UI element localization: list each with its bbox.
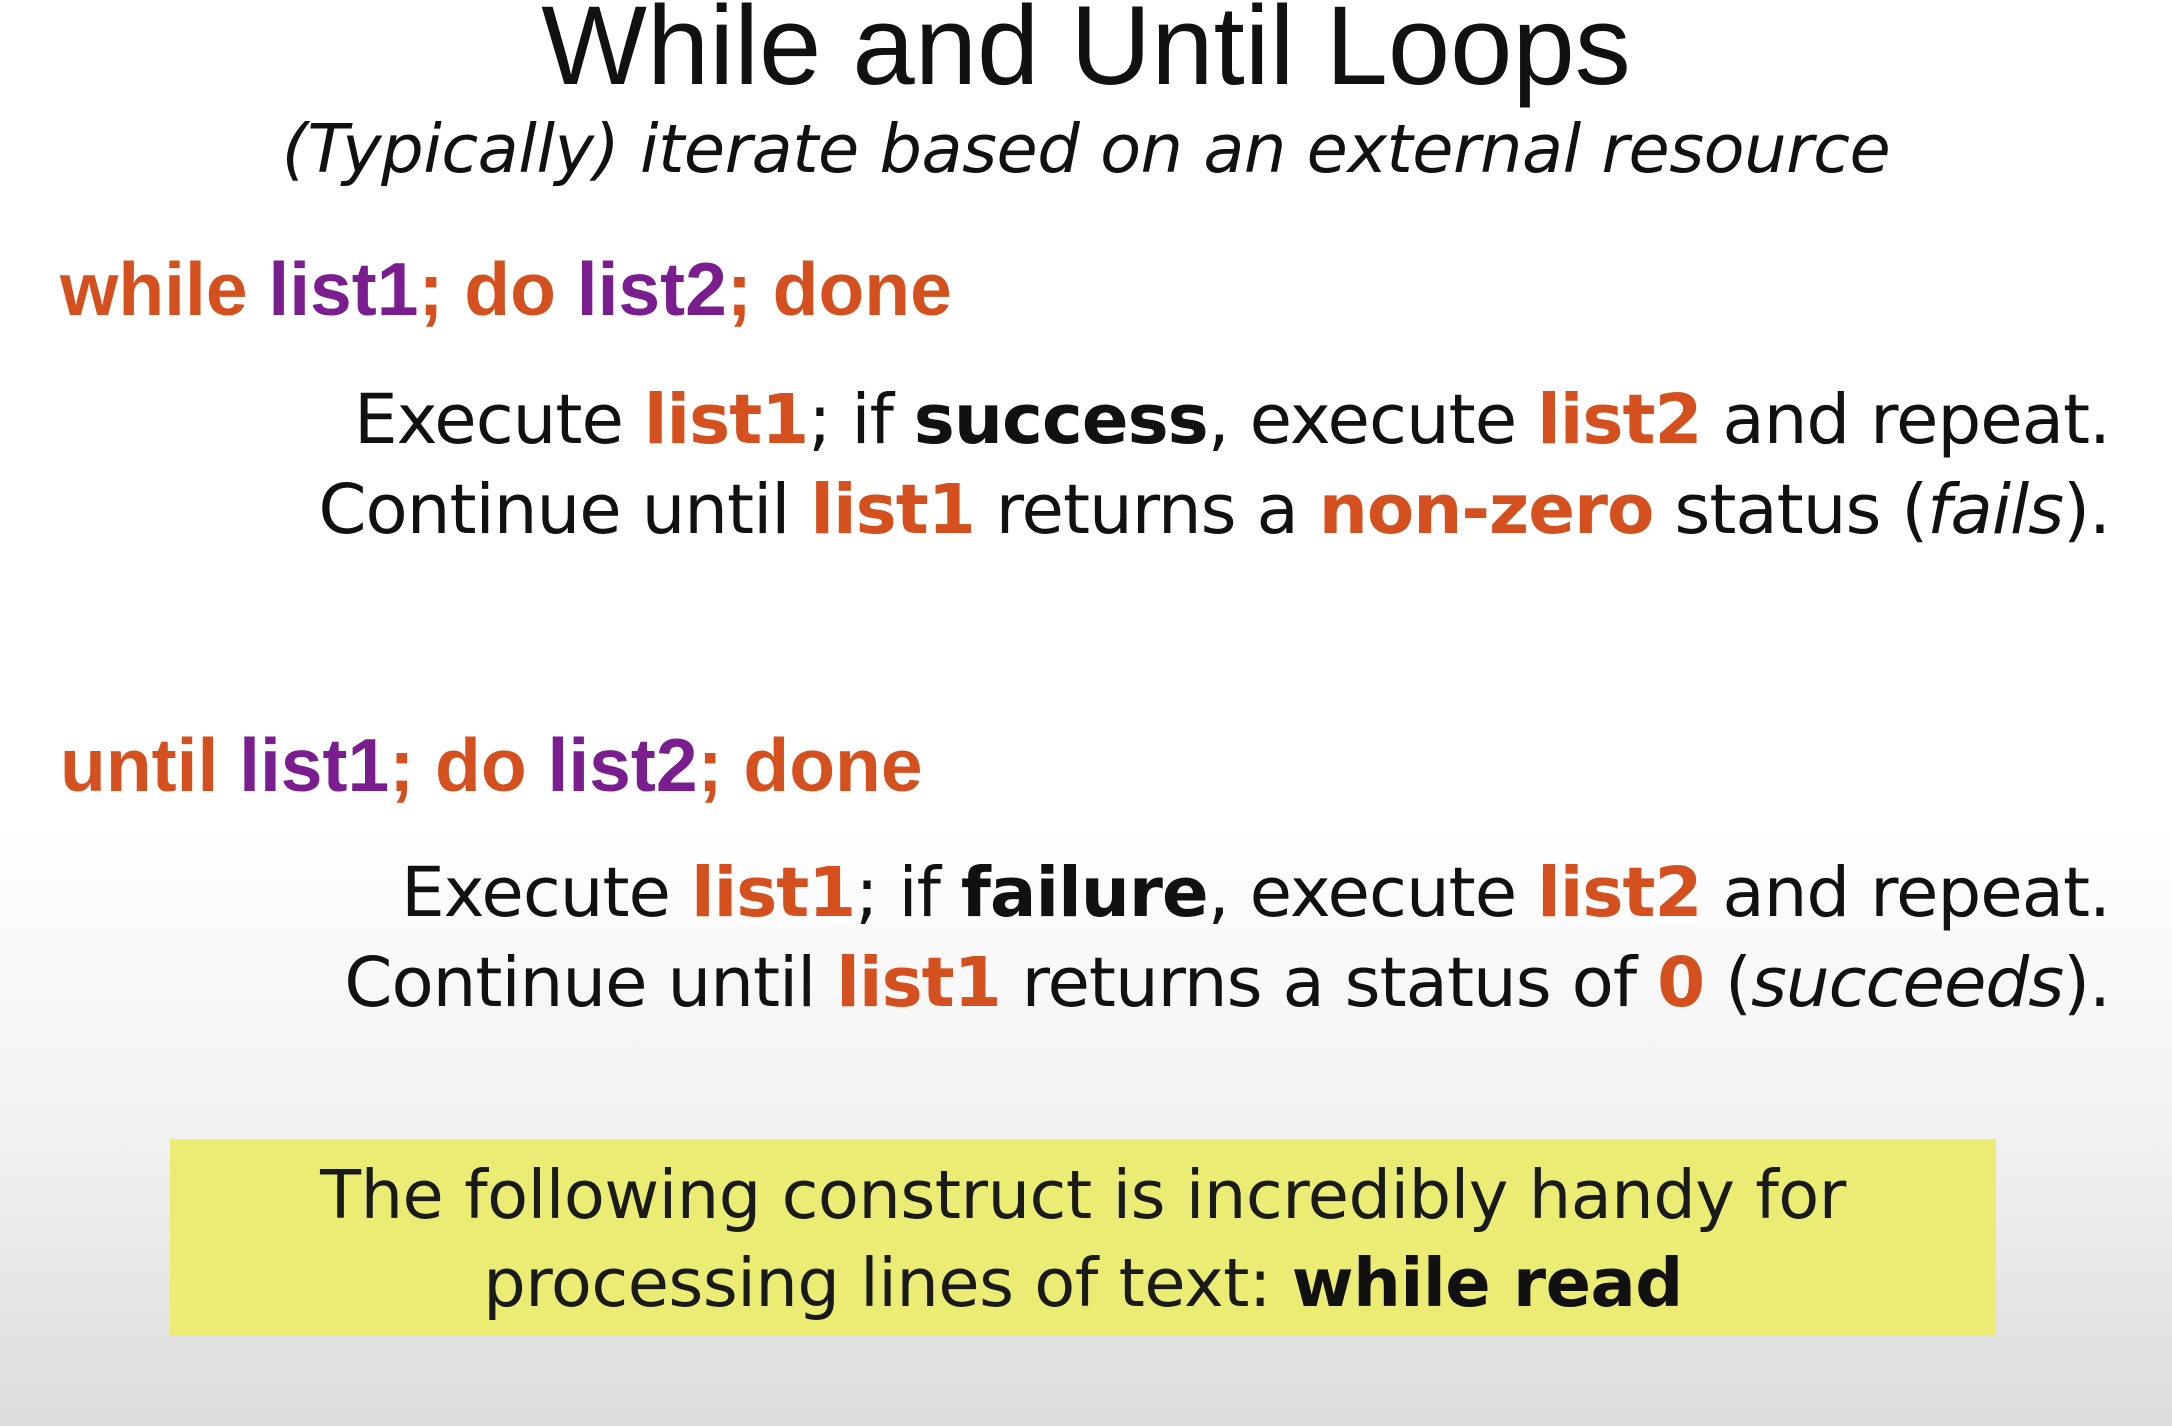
while-do-keyword: ; do xyxy=(418,247,577,331)
until-description: Execute list1; if failure, execute list2… xyxy=(344,848,2111,1028)
text-segment: ; if xyxy=(808,380,914,460)
text-segment: and repeat. xyxy=(1701,380,2111,460)
until-do-keyword: ; do xyxy=(389,723,548,807)
until-description-line-1: Execute list1; if failure, execute list2… xyxy=(344,848,2111,938)
list2-highlight: list2 xyxy=(1537,380,1702,460)
until-description-line-2: Continue until list1 returns a status of… xyxy=(344,938,2111,1028)
text-segment: Continue until xyxy=(318,470,811,550)
text-segment: ( xyxy=(1704,943,1752,1023)
list1-highlight: list1 xyxy=(690,853,856,933)
text-segment: Execute xyxy=(401,853,691,933)
text-segment: ; if xyxy=(855,853,961,933)
list1-highlight: list1 xyxy=(643,380,809,460)
while-syntax: while list1; do list2; done xyxy=(60,244,952,334)
until-syntax: until list1; do list2; done xyxy=(60,720,923,810)
while-description-line-2: Continue until list1 returns a non-zero … xyxy=(318,465,2111,555)
condition-failure: failure xyxy=(960,853,1209,933)
list1-highlight: list1 xyxy=(810,470,975,550)
list2-highlight: list2 xyxy=(1537,853,1702,933)
text-segment: ). xyxy=(2063,470,2111,550)
text-segment: returns a status of xyxy=(1000,943,1658,1023)
text-segment: ). xyxy=(2063,943,2111,1023)
while-description-line-1: Execute list1; if success, execute list2… xyxy=(318,375,2111,465)
slide-subtitle: (Typically) iterate based on an external… xyxy=(281,110,1891,188)
text-segment: , execute xyxy=(1207,380,1538,460)
while-list1: list1 xyxy=(268,247,419,331)
note-line-1: The following construct is incredibly ha… xyxy=(320,1156,1846,1234)
result-fails: fails xyxy=(1927,470,2064,550)
while-description: Execute list1; if success, execute list2… xyxy=(318,375,2111,555)
note-text: processing lines of text: xyxy=(483,1244,1292,1322)
while-done-keyword: ; done xyxy=(726,247,952,331)
condition-success: success xyxy=(913,380,1209,460)
until-keyword: until xyxy=(60,723,240,807)
while-read-command: while read xyxy=(1291,1244,1683,1322)
status-non-zero: non-zero xyxy=(1318,470,1655,550)
list1-highlight: list1 xyxy=(836,943,1001,1023)
while-keyword: while xyxy=(60,247,269,331)
result-succeeds: succeeds xyxy=(1750,943,2064,1023)
note-line-2: processing lines of text: while read xyxy=(170,1239,1996,1327)
slide-title: While and Until Loops xyxy=(541,0,1631,108)
until-done-keyword: ; done xyxy=(697,723,923,807)
highlight-note-box: The following construct is incredibly ha… xyxy=(170,1139,1996,1336)
while-list2: list2 xyxy=(576,247,727,331)
text-segment: , execute xyxy=(1207,853,1538,933)
text-segment: and repeat. xyxy=(1701,853,2111,933)
until-list1: list1 xyxy=(239,723,390,807)
text-segment: returns a xyxy=(974,470,1319,550)
text-segment: status ( xyxy=(1653,470,1928,550)
until-list2: list2 xyxy=(547,723,698,807)
text-segment: Execute xyxy=(353,380,644,460)
status-zero: 0 xyxy=(1657,943,1705,1023)
text-segment: Continue until xyxy=(344,943,837,1023)
